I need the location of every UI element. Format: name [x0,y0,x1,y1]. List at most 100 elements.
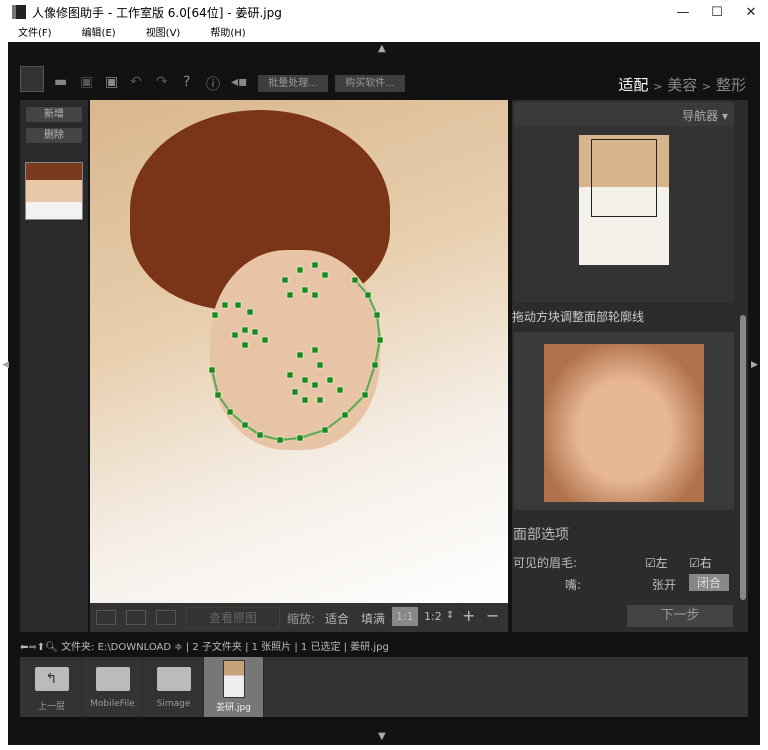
split-horizontal-icon[interactable] [156,610,176,625]
landmark-handle[interactable] [286,291,294,299]
zoom-1-1-button[interactable]: 1:1 [392,607,418,626]
collapse-bottom-arrow-icon[interactable]: ▼ [378,731,386,742]
landmark-handle[interactable] [373,311,381,319]
zoom-fill-button[interactable]: 填满 [361,610,385,627]
landmark-handle[interactable] [301,376,309,384]
navigator-viewport-box[interactable] [591,139,657,217]
forward-arrow-icon[interactable]: ➡ [28,642,36,653]
file-item-folder[interactable]: MobileFile [83,657,143,717]
batch-process-button[interactable]: 批量处理... [258,75,328,92]
split-vertical-icon[interactable] [126,610,146,625]
landmark-handle[interactable] [326,376,334,384]
landmark-handle[interactable] [301,396,309,404]
landmark-handle[interactable] [316,361,324,369]
eyebrow-left-checkbox[interactable]: ☑左 [645,554,668,571]
zoom-out-button[interactable]: − [486,606,499,625]
landmark-handle[interactable] [361,391,369,399]
next-step-button[interactable]: 下一步 [627,605,733,627]
landmark-handle[interactable] [256,431,264,439]
landmark-handle[interactable] [364,291,372,299]
mouth-closed-option[interactable]: 闭合 [689,574,729,591]
landmark-handle[interactable] [231,331,239,339]
zoom-stepper-icon[interactable]: ⇕ [446,610,454,621]
mouth-open-option[interactable]: 张开 [652,576,676,593]
undo-icon[interactable]: ↶ [130,74,142,90]
landmark-handle[interactable] [221,301,229,309]
right-panel-scrollbar[interactable] [740,315,746,600]
buy-software-button[interactable]: 购买软件... [335,75,405,92]
landmark-handle[interactable] [241,421,249,429]
landmark-handle[interactable] [211,311,219,319]
landmark-handle[interactable] [351,276,359,284]
file-item-image[interactable]: 姜研.jpg [204,657,264,717]
landmark-handle[interactable] [311,346,319,354]
info-icon[interactable]: ⓘ [206,74,220,94]
menu-help[interactable]: 帮助(H) [210,24,245,42]
zoom-fit-button[interactable]: 适合 [325,610,349,627]
navigator-header[interactable]: 导航器 ▾ [514,102,734,126]
open-folder-icon[interactable]: ▬ [54,74,67,90]
landmark-handle[interactable] [311,381,319,389]
step-fit[interactable]: 适配 [618,76,648,94]
plugin-icon[interactable]: ◂▪ [231,74,248,90]
landmark-handle[interactable] [301,286,309,294]
main-photo-canvas[interactable] [90,100,508,603]
landmark-handle[interactable] [261,336,269,344]
landmark-handle[interactable] [214,391,222,399]
landmark-handle[interactable] [336,386,344,394]
landmark-handle[interactable] [296,266,304,274]
landmark-handle[interactable] [311,291,319,299]
landmark-handle[interactable] [246,308,254,316]
landmark-handle[interactable] [241,326,249,334]
search-icon[interactable]: 🔍︎ [45,642,58,653]
collapse-left-arrow-icon[interactable]: ◀ [2,360,9,370]
step-beauty[interactable]: 美容 [667,76,697,94]
zoom-in-button[interactable]: + [462,606,475,625]
landmark-handle[interactable] [341,411,349,419]
file-item-folder[interactable]: Simage [144,657,204,717]
help-icon[interactable]: ? [183,74,190,90]
minimize-button[interactable]: — [666,5,700,20]
landmark-handle[interactable] [321,271,329,279]
landmark-handle[interactable] [286,371,294,379]
folder-path-select[interactable]: E:\DOWNLOAD ≑ [98,642,183,653]
landmark-handle[interactable] [291,388,299,396]
maximize-button[interactable]: ☐ [700,5,734,20]
face-options-title: 面部选项 [513,527,569,543]
landmark-handle[interactable] [208,366,216,374]
landmark-handle[interactable] [251,328,259,336]
menu-edit[interactable]: 编辑(E) [82,24,116,42]
add-button[interactable]: 新增 [26,107,82,122]
landmark-handle[interactable] [296,434,304,442]
menu-file[interactable]: 文件(F) [18,24,52,42]
landmark-handle[interactable] [296,351,304,359]
delete-button[interactable]: 删除 [26,128,82,143]
landmark-handle[interactable] [376,336,384,344]
landmark-handle[interactable] [321,426,329,434]
landmark-handle[interactable] [371,361,379,369]
close-button[interactable]: ✕ [734,5,768,20]
menu-view[interactable]: 视图(V) [146,24,181,42]
landmark-handle[interactable] [311,261,319,269]
step-reshape[interactable]: 整形 [716,76,746,94]
landmark-handle[interactable] [234,301,242,309]
landmark-handle[interactable] [241,341,249,349]
landmark-handle[interactable] [276,436,284,444]
navigator-preview[interactable] [579,135,669,265]
up-arrow-icon[interactable]: ⬆ [37,642,45,653]
file-item-up[interactable]: ↰ 上一层 [22,657,82,717]
single-view-icon[interactable] [96,610,116,625]
zoom-1-2-button[interactable]: 1:2 [424,610,442,623]
save-as-icon[interactable]: ▣ [105,74,118,90]
collapse-right-arrow-icon[interactable]: ▶ [751,360,758,370]
save-icon[interactable]: ▣ [80,74,93,90]
view-original-button[interactable]: 查看原图 [186,607,280,629]
landmark-handle[interactable] [281,276,289,284]
face-thumbnail[interactable] [25,162,83,220]
redo-icon[interactable]: ↷ [156,74,168,90]
collapse-top-arrow-icon[interactable]: ▲ [378,43,386,54]
landmark-handle[interactable] [226,408,234,416]
face-landmarks[interactable] [90,100,508,603]
eyebrow-right-checkbox[interactable]: ☑右 [689,554,712,571]
landmark-handle[interactable] [316,396,324,404]
